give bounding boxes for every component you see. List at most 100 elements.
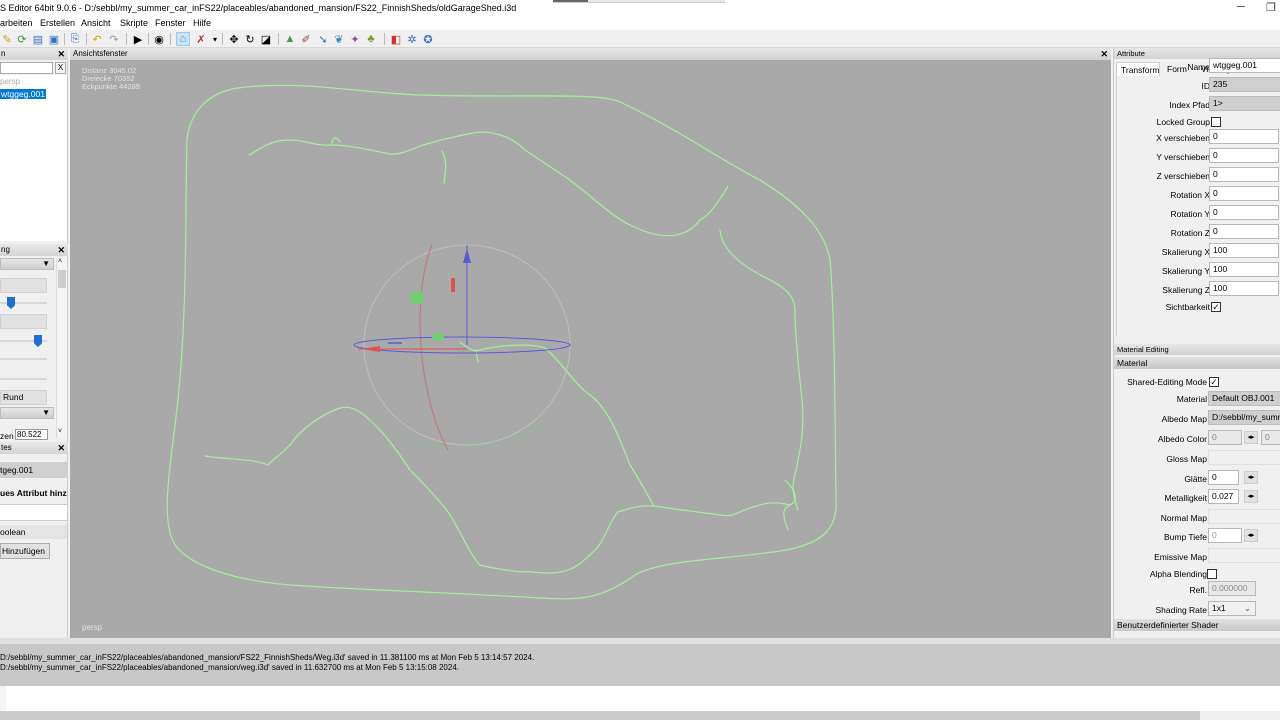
paint-icon[interactable]: ✐ (299, 32, 313, 46)
attr-field[interactable]: 0 (1209, 186, 1279, 201)
tool-panel-scrollbar[interactable]: ˄ ˅ (56, 258, 67, 438)
menu-create[interactable]: Erstellen (40, 18, 75, 28)
new-attribute-name-input[interactable] (0, 504, 67, 521)
play-icon[interactable]: ▶ (131, 32, 145, 46)
undo-icon[interactable]: ↶ (90, 32, 104, 46)
dropdown-icon[interactable]: ▾ (208, 32, 222, 46)
emissive-field[interactable] (1208, 548, 1280, 563)
alpha-blending-checkbox[interactable] (1207, 569, 1217, 579)
scene-canvas[interactable] (70, 60, 1111, 638)
round-shape-button[interactable]: Rund (0, 390, 47, 405)
script-command-input[interactable] (0, 686, 1280, 711)
scroll-up-icon[interactable]: ˄ (58, 258, 62, 265)
spin-arrows-icon[interactable]: ◂▸ (1244, 471, 1258, 484)
strength-slider-thumb[interactable] (34, 335, 42, 347)
viewport[interactable]: Ansichtsfenster ✕ Distanz 3045.02 Dreiec… (70, 48, 1111, 638)
scroll-down-icon[interactable]: ˅ (58, 428, 62, 435)
close-icon[interactable]: ✕ (57, 244, 65, 256)
albedo-color-label: Albedo Color (1157, 434, 1207, 444)
close-icon[interactable]: ✕ (57, 48, 65, 60)
gloss-map-label: Gloss Map (1166, 454, 1207, 464)
redo-icon[interactable]: ↷ (107, 32, 121, 46)
move-icon[interactable]: ✥ (227, 32, 241, 46)
brush-type-dropdown[interactable]: ▼ (0, 258, 54, 270)
terrain-icon[interactable]: ▲ (283, 32, 297, 46)
tree-item-persp[interactable]: persp (0, 77, 20, 86)
add-attribute-button[interactable]: Hinzufügen (0, 543, 50, 559)
menu-edit[interactable]: arbeiten (0, 18, 33, 28)
value-input[interactable]: 80.522 (15, 429, 48, 440)
attr-field[interactable]: 0 (1209, 148, 1279, 163)
save-icon[interactable]: ▤ (31, 32, 45, 46)
spin-arrows-icon[interactable]: ◂▸ (1244, 431, 1258, 444)
visibility-icon[interactable]: ◉ (152, 32, 166, 46)
material-field[interactable]: Default OBJ.001 (1208, 391, 1280, 406)
attr-checkbox[interactable] (1211, 117, 1221, 127)
foliage-icon[interactable]: ❦ (332, 32, 346, 46)
smoothness-input[interactable]: 0 (1208, 470, 1239, 485)
refresh-icon[interactable]: ⟳ (15, 32, 29, 46)
attr-label: Rotation Y (1170, 209, 1210, 219)
scenegraph-filter-input[interactable] (0, 62, 53, 74)
scale-icon[interactable]: ◪ (259, 32, 273, 46)
home-icon[interactable]: ⌂ (176, 32, 190, 46)
menu-scripts[interactable]: Skripte (120, 18, 148, 28)
minimize-icon[interactable]: ─ (1237, 1, 1245, 13)
attr-field[interactable]: 100 (1209, 262, 1279, 277)
shading-rate-select[interactable]: 1x1 ⌄ (1208, 601, 1256, 616)
albedo-color-r[interactable]: 0 (1208, 430, 1242, 445)
menu-window[interactable]: Fenster (155, 18, 186, 28)
attr-field[interactable]: 100 (1209, 243, 1279, 258)
gloss-map-field[interactable] (1208, 450, 1280, 465)
transform-gizmo[interactable] (353, 244, 571, 451)
restore-icon[interactable]: ❐ (1266, 1, 1276, 14)
falloff-slider[interactable] (0, 358, 47, 360)
import-icon[interactable]: ⎘ (68, 32, 82, 46)
placement-icon[interactable]: ✦ (348, 32, 362, 46)
color-icon[interactable]: ◧ (389, 32, 403, 46)
log-line: D:/sebbl/my_summer_car_inFS22/placeables… (0, 663, 459, 672)
settings-icon[interactable]: ✲ (405, 32, 419, 46)
normal-map-field[interactable] (1208, 509, 1280, 524)
new-icon[interactable]: ✎ (0, 32, 14, 46)
shared-editing-checkbox[interactable]: ✓ (1209, 377, 1219, 387)
opacity-slider[interactable] (0, 378, 47, 380)
tool-option-row (0, 314, 47, 329)
attr-label: Locked Group (1156, 117, 1210, 127)
no-snap-icon[interactable]: ✗ (194, 32, 208, 46)
spline-center-stub (475, 349, 479, 363)
tree-icon[interactable]: ♣ (364, 32, 378, 46)
close-icon[interactable]: ✕ (57, 442, 65, 454)
size-slider-thumb[interactable] (7, 297, 15, 309)
attr-field[interactable]: 0 (1209, 205, 1279, 220)
value-label: zen (0, 431, 14, 441)
help-icon[interactable]: ✪ (421, 32, 435, 46)
attr-field[interactable]: 100 (1209, 281, 1279, 296)
attr-checkbox[interactable]: ✓ (1211, 302, 1221, 312)
spin-arrows-icon[interactable]: ◂▸ (1244, 490, 1258, 503)
scroll-thumb[interactable] (58, 270, 66, 288)
mode-dropdown[interactable]: ▼ (0, 407, 54, 419)
custom-shader-header[interactable]: Benutzerdefinierter Shader (1114, 619, 1280, 631)
attribute-type-dropdown[interactable]: oolean (0, 525, 67, 539)
menu-help[interactable]: Hilfe (193, 18, 211, 28)
refl-input[interactable]: 0.000000 (1208, 581, 1256, 596)
attr-field[interactable]: 0 (1209, 129, 1279, 144)
menu-view[interactable]: Ansicht (81, 18, 111, 28)
title-search-bar[interactable] (553, 0, 725, 3)
close-icon[interactable]: ✕ (1100, 48, 1108, 60)
attr-field[interactable]: wtggeg.001 (1209, 58, 1280, 73)
metallic-input[interactable]: 0.027 (1208, 489, 1239, 504)
albedo-color-g[interactable]: 0 (1261, 430, 1280, 445)
attr-field[interactable]: 0 (1209, 167, 1279, 182)
save-as-icon[interactable]: ▣ (47, 32, 61, 46)
spline-icon[interactable]: ➘ (316, 32, 330, 46)
tree-item-selected[interactable]: wtggeg.001 (0, 89, 46, 99)
albedo-map-field[interactable]: D:/sebbl/my_summ (1208, 410, 1280, 425)
spin-arrows-icon[interactable]: ◂▸ (1244, 529, 1258, 542)
bump-input[interactable]: 0 (1208, 528, 1242, 543)
tab-transform[interactable]: Transform (1116, 62, 1160, 76)
filter-clear-button[interactable]: X (55, 62, 66, 74)
rotate-icon[interactable]: ↻ (243, 32, 257, 46)
attr-field[interactable]: 0 (1209, 224, 1279, 239)
